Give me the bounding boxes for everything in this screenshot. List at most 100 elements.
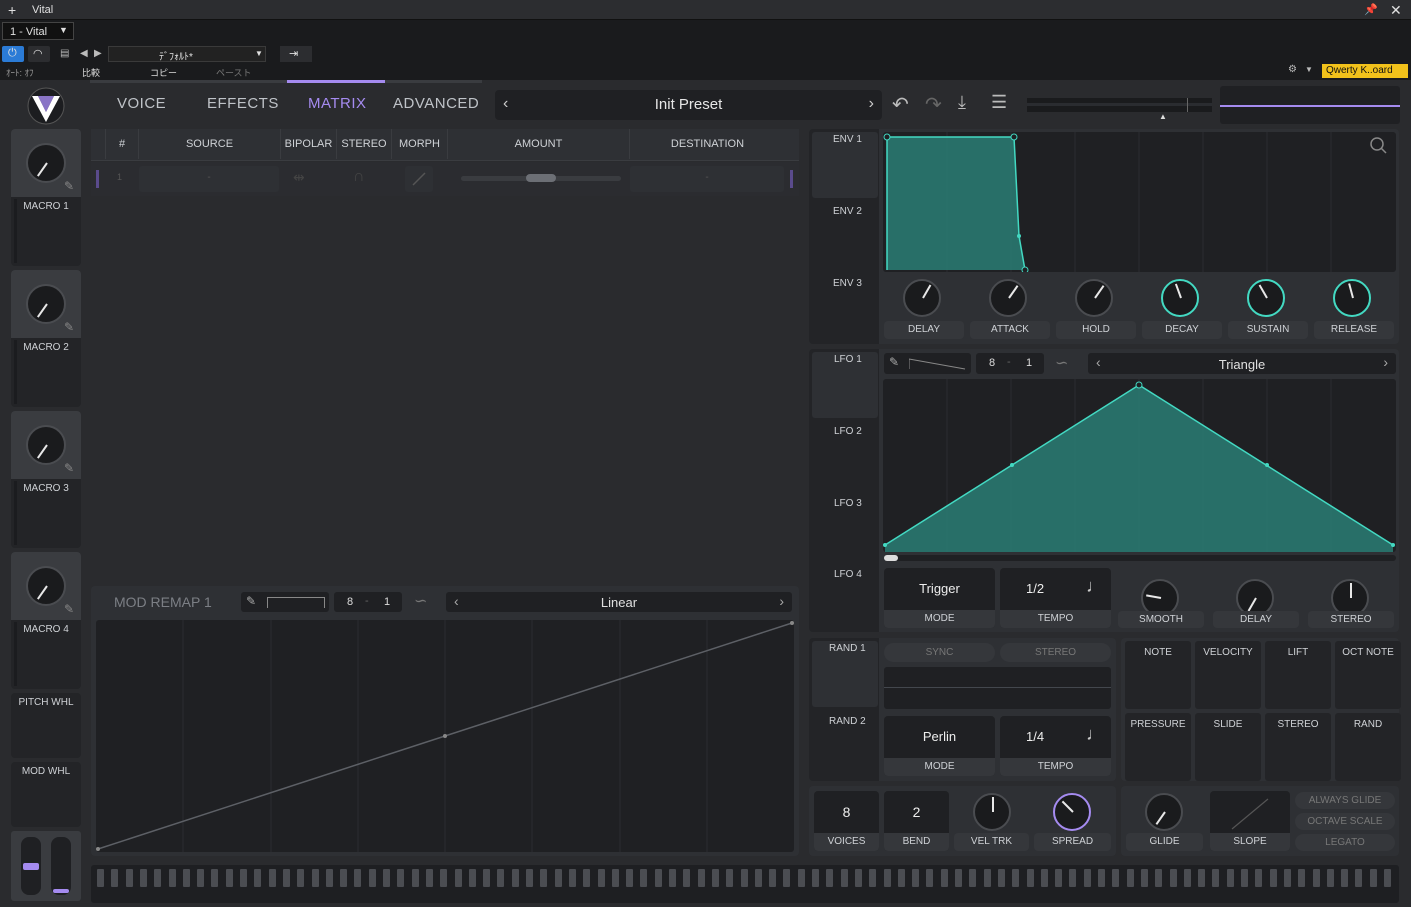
copy-button[interactable]: コピー xyxy=(150,66,177,79)
black-key[interactable] xyxy=(912,869,920,887)
black-key[interactable] xyxy=(1369,869,1377,887)
mod-source-pressure[interactable]: PRESSURE xyxy=(1125,713,1191,781)
power-button[interactable]: ⏻ xyxy=(2,46,24,62)
tab-env1[interactable]: ENV 1 xyxy=(833,134,862,145)
redo-icon[interactable]: ↷ xyxy=(925,92,942,117)
tab-advanced[interactable]: ADVANCED xyxy=(393,95,479,112)
black-key[interactable] xyxy=(397,869,405,887)
black-key[interactable] xyxy=(540,869,548,887)
black-key[interactable] xyxy=(1169,869,1177,887)
black-key[interactable] xyxy=(1326,869,1334,887)
black-key[interactable] xyxy=(1269,869,1277,887)
tab-env2[interactable]: ENV 2 xyxy=(833,206,862,217)
mod-source-oct-note[interactable]: OCT NOTE xyxy=(1335,641,1401,709)
lfo-grid-x[interactable]: 8 xyxy=(989,357,995,369)
black-key[interactable] xyxy=(1226,869,1234,887)
macro-1-knob[interactable] xyxy=(26,143,66,183)
black-key[interactable] xyxy=(297,869,305,887)
vel-trk-knob[interactable] xyxy=(973,793,1011,831)
header-stereo[interactable]: STEREO xyxy=(337,129,392,159)
black-key[interactable] xyxy=(754,869,762,887)
tab-rand2[interactable]: RAND 2 xyxy=(829,716,866,727)
black-key[interactable] xyxy=(354,869,362,887)
next-icon[interactable]: ▶ xyxy=(94,48,102,59)
mod-wheel[interactable] xyxy=(51,837,71,895)
black-key[interactable] xyxy=(225,869,233,887)
amount-slider-handle[interactable] xyxy=(526,174,556,182)
black-key[interactable] xyxy=(325,869,333,887)
remap-graph[interactable] xyxy=(96,620,794,852)
mod-source-rand[interactable]: RAND xyxy=(1335,713,1401,781)
header-morph[interactable]: MORPH xyxy=(392,129,448,159)
pencil-icon[interactable]: ✎ xyxy=(64,320,74,334)
black-key[interactable] xyxy=(1241,869,1248,887)
keyboard-button[interactable]: Qwerty K..oard xyxy=(1322,64,1408,78)
spread-knob[interactable] xyxy=(1053,793,1091,831)
remap-grid-y[interactable]: 1 xyxy=(384,596,390,608)
macro-3-knob[interactable] xyxy=(26,425,66,465)
black-key[interactable] xyxy=(154,869,162,887)
lfo-phase-handle[interactable] xyxy=(884,555,898,561)
env-sustain-knob[interactable] xyxy=(1247,279,1285,317)
tab-lfo2[interactable]: LFO 2 xyxy=(834,426,862,437)
black-key[interactable] xyxy=(268,869,276,887)
row-destination-select[interactable]: - xyxy=(630,166,784,192)
black-key[interactable] xyxy=(197,869,205,887)
paintbrush-icon[interactable]: ✎ xyxy=(246,594,256,608)
tab-rand1[interactable]: RAND 1 xyxy=(829,643,866,654)
envelope-graph[interactable] xyxy=(883,132,1396,272)
rand-tempo-button[interactable]: 1/4 ♩ TEMPO xyxy=(1000,716,1111,776)
black-key[interactable] xyxy=(812,869,819,887)
black-key[interactable] xyxy=(1040,869,1048,887)
black-key[interactable] xyxy=(1069,869,1077,887)
black-key[interactable] xyxy=(240,869,247,887)
black-key[interactable] xyxy=(1355,869,1363,887)
auto-button[interactable]: ◠ xyxy=(28,46,50,62)
black-key[interactable] xyxy=(1384,869,1391,887)
black-key[interactable] xyxy=(139,869,147,887)
black-key[interactable] xyxy=(568,869,576,887)
mod-source-stereo[interactable]: STEREO xyxy=(1265,713,1331,781)
env-delay-knob[interactable] xyxy=(903,279,941,317)
note-icon[interactable]: ♩ xyxy=(1086,724,1104,745)
tab-lfo1[interactable]: LFO 1 xyxy=(834,354,862,365)
add-icon[interactable]: + xyxy=(8,2,16,18)
black-key[interactable] xyxy=(840,869,848,887)
black-key[interactable] xyxy=(526,869,533,887)
black-key[interactable] xyxy=(883,869,891,887)
black-key[interactable] xyxy=(1155,869,1163,887)
bipolar-icon[interactable]: ⇹ xyxy=(293,169,305,186)
lfo-phase-slider[interactable] xyxy=(884,555,1396,561)
black-key[interactable] xyxy=(368,869,376,887)
black-key[interactable] xyxy=(483,869,491,887)
black-key[interactable] xyxy=(511,869,519,887)
header-bipolar[interactable]: BIPOLAR xyxy=(281,129,337,159)
black-key[interactable] xyxy=(940,869,948,887)
black-key[interactable] xyxy=(1098,869,1105,887)
piano-keyboard[interactable] xyxy=(91,865,1399,903)
black-key[interactable] xyxy=(711,869,719,887)
instance-select[interactable]: 1 - Vital ▼ xyxy=(2,22,74,40)
black-key[interactable] xyxy=(826,869,834,887)
header-amount[interactable]: AMOUNT xyxy=(448,129,630,159)
black-key[interactable] xyxy=(1140,869,1148,887)
header-index[interactable]: # xyxy=(105,129,139,159)
black-key[interactable] xyxy=(769,869,777,887)
save-icon[interactable]: ⤓ xyxy=(958,92,966,113)
black-key[interactable] xyxy=(869,869,877,887)
rand-mode-button[interactable]: Perlin MODE xyxy=(884,716,995,776)
lfo-grid-y[interactable]: 1 xyxy=(1026,357,1032,369)
black-key[interactable] xyxy=(726,869,734,887)
header-destination[interactable]: DESTINATION xyxy=(630,129,785,159)
lfo-paint[interactable]: ✎ xyxy=(884,353,971,374)
black-key[interactable] xyxy=(1341,869,1349,887)
smooth-curve-icon[interactable]: ∽ xyxy=(414,591,427,611)
close-icon[interactable]: ✕ xyxy=(1390,2,1402,19)
pitch-wheel[interactable] xyxy=(21,837,41,895)
route-button[interactable]: ⇥ xyxy=(280,46,312,62)
prev-icon[interactable]: ◀ xyxy=(80,48,88,59)
volume-meter[interactable] xyxy=(1027,98,1212,112)
black-key[interactable] xyxy=(897,869,905,887)
black-key[interactable] xyxy=(425,869,433,887)
voices-control[interactable]: 8 VOICES xyxy=(814,791,879,851)
